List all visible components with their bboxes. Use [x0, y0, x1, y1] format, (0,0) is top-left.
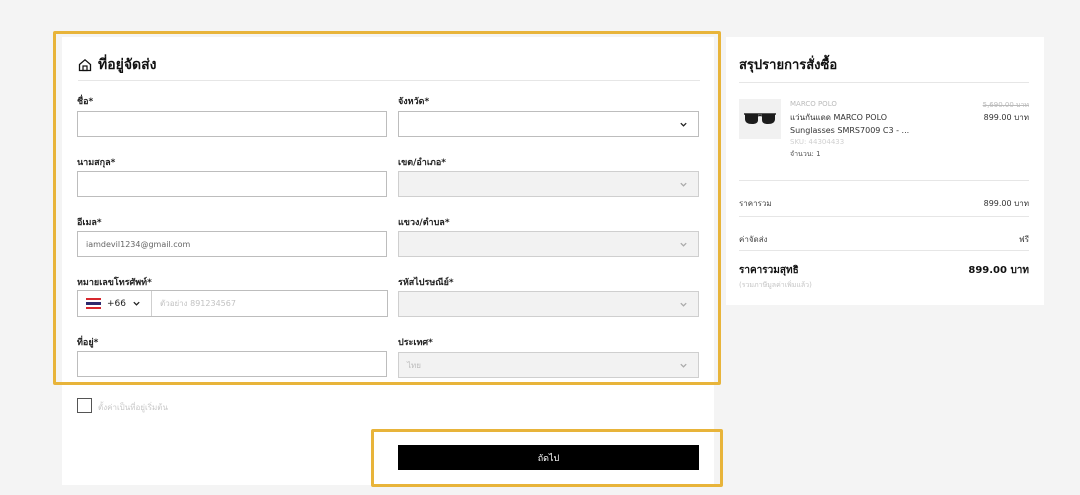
- postcode-label: รหัสไปรษณีย์*: [398, 278, 454, 288]
- product-original-price: 5,690.00 บาท: [982, 101, 1029, 109]
- country-select[interactable]: ไทย: [398, 352, 699, 378]
- shipping-address-panel: [62, 37, 714, 485]
- first-name-input[interactable]: [77, 111, 387, 137]
- net-total-label: ราคารวมสุทธิ: [739, 265, 799, 276]
- address-input[interactable]: [77, 351, 387, 377]
- summary-divider: [739, 82, 1029, 83]
- product-sku: SKU: 44304433: [790, 138, 845, 146]
- subdistrict-select[interactable]: [398, 231, 699, 257]
- province-select[interactable]: [398, 111, 699, 137]
- next-button[interactable]: ถัดไป: [398, 445, 699, 470]
- product-price: 899.00 บาท: [983, 113, 1029, 122]
- chevron-down-icon: [680, 242, 687, 247]
- shipping-value: ฟรี: [1019, 235, 1029, 244]
- net-total-value: 899.00 บาท: [968, 265, 1029, 276]
- postcode-select[interactable]: [398, 291, 699, 317]
- summary-divider: [739, 216, 1029, 217]
- net-total-subtext: (รวมภาษีมูลค่าเพิ่มแล้ว): [739, 281, 812, 289]
- address-label: ที่อยู่*: [77, 338, 99, 348]
- product-thumbnail: [739, 99, 781, 139]
- district-label: เขต/อำเภอ*: [398, 158, 446, 168]
- country-label: ประเทศ*: [398, 338, 433, 348]
- chevron-down-icon: [133, 301, 140, 306]
- subtotal-label: ราคารวม: [739, 199, 772, 208]
- chevron-down-icon: [680, 302, 687, 307]
- country-code-value: +66: [107, 298, 126, 309]
- last-name-input[interactable]: [77, 171, 387, 197]
- subtotal-value: 899.00 บาท: [983, 199, 1029, 208]
- first-name-label: ชื่อ*: [77, 97, 94, 107]
- subdistrict-label: แขวง/ตำบล*: [398, 218, 450, 228]
- section-divider: [78, 80, 700, 81]
- shipping-label: ค่าจัดส่ง: [739, 235, 768, 244]
- phone-input[interactable]: ตัวอย่าง 891234567: [152, 291, 387, 316]
- district-select[interactable]: [398, 171, 699, 197]
- province-label: จังหวัด*: [398, 97, 430, 107]
- email-input[interactable]: iamdevil1234@gmail.com: [77, 231, 387, 257]
- chevron-down-icon: [680, 122, 687, 127]
- phone-label: หมายเลขโทรศัพท์*: [77, 278, 152, 288]
- set-default-label: ตั้งค่าเป็นที่อยู่เริ่มต้น: [98, 403, 168, 412]
- country-value: ไทย: [407, 360, 421, 370]
- product-name[interactable]: แว่นกันแดด MARCO POLO Sunglasses SMRS700…: [790, 111, 920, 137]
- home-icon: [78, 58, 92, 72]
- product-brand: MARCO POLO: [790, 100, 837, 108]
- order-summary-title: สรุปรายการสั่งซื้อ: [739, 58, 838, 73]
- summary-divider: [739, 180, 1029, 181]
- country-code-select[interactable]: +66: [78, 291, 152, 316]
- last-name-label: นามสกุล*: [77, 158, 116, 168]
- product-quantity: จำนวน: 1: [790, 150, 821, 158]
- email-label: อีเมล*: [77, 218, 102, 228]
- phone-field: +66 ตัวอย่าง 891234567: [77, 290, 388, 317]
- shipping-address-title-text: ที่อยู่จัดส่ง: [98, 57, 157, 73]
- chevron-down-icon: [680, 182, 687, 187]
- sunglasses-icon: [744, 113, 776, 124]
- thailand-flag-icon: [86, 298, 101, 309]
- chevron-down-icon: [680, 363, 687, 368]
- set-default-checkbox[interactable]: [77, 398, 92, 413]
- shipping-address-title: ที่อยู่จัดส่ง: [78, 54, 157, 76]
- summary-divider: [739, 250, 1029, 251]
